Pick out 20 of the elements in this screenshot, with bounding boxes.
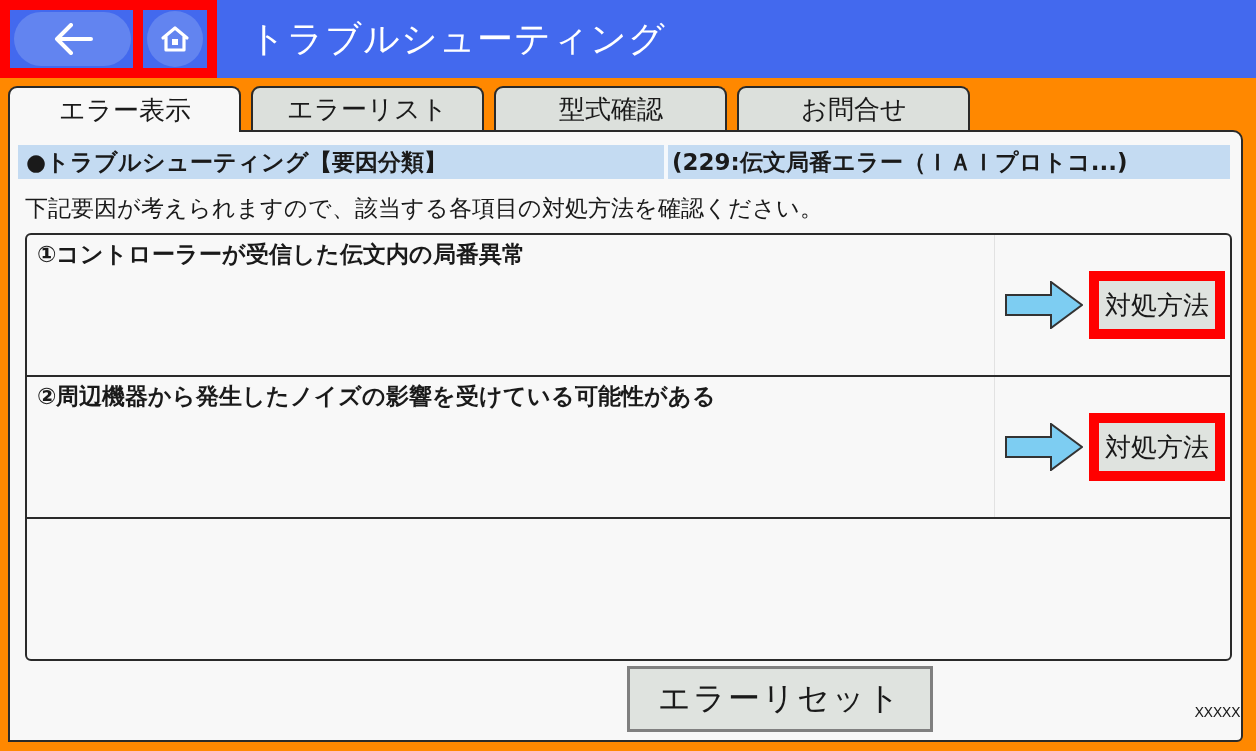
home-button[interactable] bbox=[147, 11, 203, 67]
arrow-right-icon bbox=[1005, 281, 1083, 329]
tab[interactable]: エラー表示 bbox=[8, 86, 241, 132]
arrow-right-icon bbox=[1005, 423, 1083, 471]
cause-text: ②周辺機器から発生したノイズの影響を受けている可能性がある bbox=[27, 377, 995, 517]
remedy-button[interactable]: 対処方法 bbox=[1099, 423, 1215, 471]
tab[interactable]: エラーリスト bbox=[251, 86, 484, 130]
back-icon bbox=[52, 23, 93, 55]
error-reset-button[interactable]: エラーリセット bbox=[627, 666, 933, 732]
tab[interactable]: 型式確認 bbox=[494, 86, 727, 130]
section-title: ●トラブルシューティング【要因分類】 bbox=[18, 145, 668, 179]
screen-code: XXXXX bbox=[1194, 704, 1240, 720]
tab[interactable]: お問合せ bbox=[737, 86, 970, 130]
home-icon bbox=[160, 25, 190, 53]
instruction-text: 下記要因が考えられますので、該当する各項目の対処方法を確認ください。 bbox=[24, 194, 824, 223]
screen-title: トラブルシューティング bbox=[249, 17, 666, 61]
cause-text: ①コントローラーが受信した伝文内の局番異常 bbox=[27, 235, 995, 375]
remedy-button[interactable]: 対処方法 bbox=[1099, 281, 1215, 329]
error-name: (229:伝文局番エラー（ＩＡＩプロトコ...) bbox=[671, 147, 1128, 177]
back-button[interactable] bbox=[14, 12, 131, 66]
